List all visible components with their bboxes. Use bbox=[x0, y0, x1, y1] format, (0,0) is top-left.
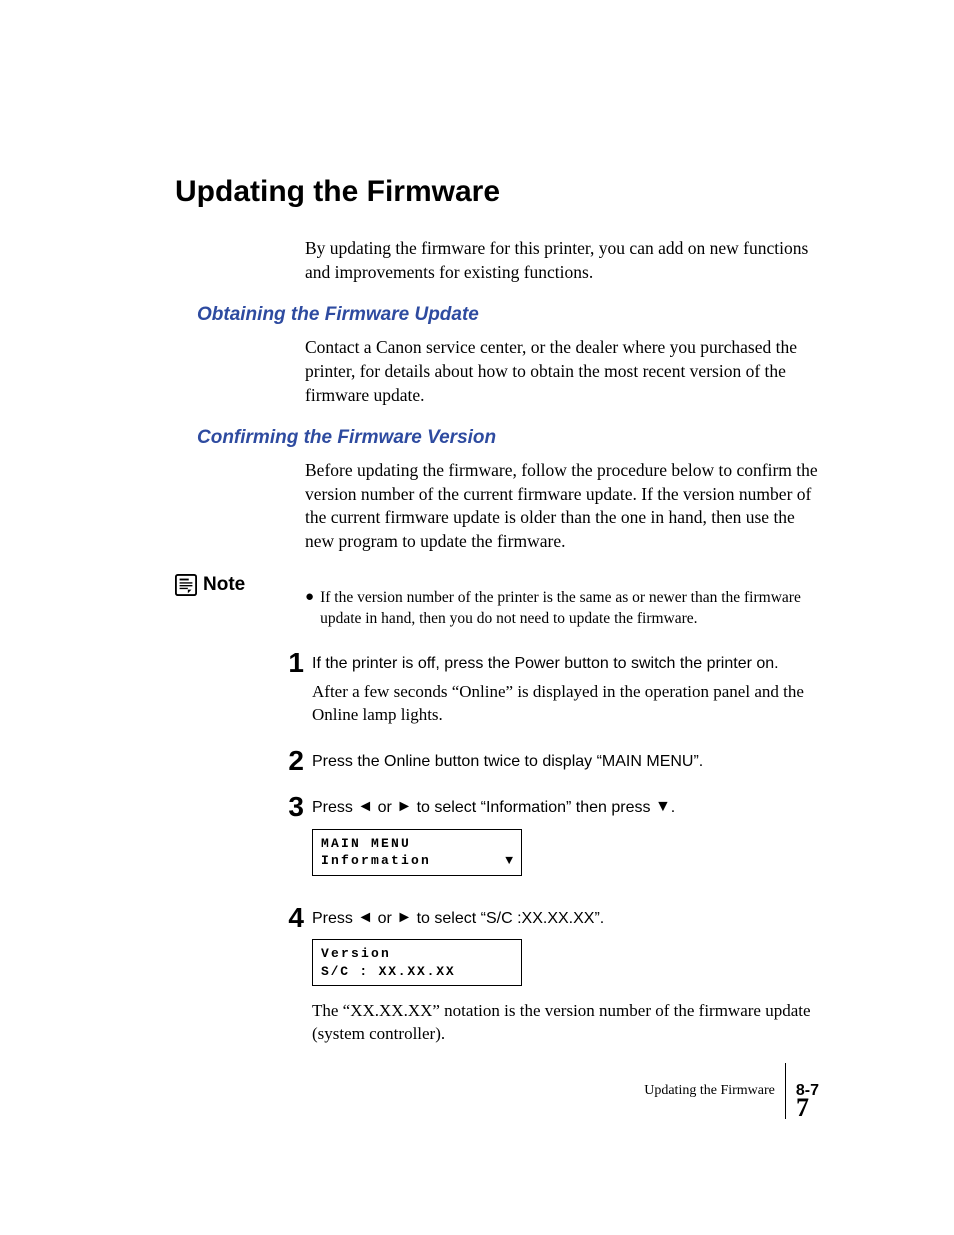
step-4: 4 Press ◄ or ► to select “S/C :XX.XX.XX”… bbox=[270, 908, 819, 1053]
step-1-follow: After a few seconds “Online” is displaye… bbox=[312, 681, 819, 727]
step-number: 1 bbox=[270, 649, 304, 677]
down-arrow-icon: ▼ bbox=[655, 796, 671, 818]
left-arrow-icon: ◄ bbox=[357, 907, 373, 929]
left-arrow-icon: ◄ bbox=[357, 796, 373, 818]
footer-section-title: Updating the Firmware bbox=[644, 1083, 775, 1099]
lcd-display-main-menu: MAIN MENU Information ▼ bbox=[312, 829, 522, 876]
note-body: ● If the version number of the printer i… bbox=[305, 574, 819, 630]
step-2-lead: Press the Online button twice to display… bbox=[312, 751, 819, 773]
step-2: 2 Press the Online button twice to displ… bbox=[270, 751, 819, 779]
step-number: 4 bbox=[270, 904, 304, 932]
document-page: Updating the Firmware By updating the fi… bbox=[0, 0, 954, 1235]
lcd-line-1: MAIN MENU bbox=[321, 835, 513, 853]
step-number: 2 bbox=[270, 747, 304, 775]
note-icon bbox=[175, 574, 197, 596]
lcd-display-version: Version S/C : XX.XX.XX bbox=[312, 939, 522, 986]
page-footer: Updating the Firmware 8-7 7 bbox=[619, 1063, 819, 1183]
step-4-follow: The “XX.XX.XX” notation is the version n… bbox=[312, 1000, 819, 1046]
section-heading-confirming: Confirming the Firmware Version bbox=[197, 427, 819, 449]
step-number: 3 bbox=[270, 793, 304, 821]
right-arrow-icon: ► bbox=[396, 907, 412, 929]
footer-separator bbox=[785, 1063, 786, 1119]
right-arrow-icon: ► bbox=[396, 796, 412, 818]
lcd-line-1: Version bbox=[321, 945, 513, 963]
step-3: 3 Press ◄ or ► to select “Information” t… bbox=[270, 797, 819, 890]
section-body-confirming: Before updating the firmware, follow the… bbox=[305, 459, 819, 554]
page-heading: Updating the Firmware bbox=[175, 175, 819, 209]
lcd-line-2: S/C : XX.XX.XX bbox=[321, 963, 513, 981]
section-body-obtaining: Contact a Canon service center, or the d… bbox=[305, 336, 819, 407]
note-label: Note bbox=[175, 574, 305, 596]
step-4-lead: Press ◄ or ► to select “S/C :XX.XX.XX”. bbox=[312, 908, 819, 930]
section-heading-obtaining: Obtaining the Firmware Update bbox=[197, 304, 819, 326]
intro-paragraph: By updating the firmware for this printe… bbox=[305, 237, 819, 284]
footer-page-number: 7 bbox=[796, 1093, 809, 1123]
step-3-lead: Press ◄ or ► to select “Information” the… bbox=[312, 797, 819, 819]
step-1-lead: If the printer is off, press the Power b… bbox=[312, 653, 819, 675]
step-1: 1 If the printer is off, press the Power… bbox=[270, 653, 819, 732]
lcd-line-2: Information bbox=[321, 852, 513, 870]
note-text: If the version number of the printer is … bbox=[320, 588, 819, 630]
lcd-down-arrow-icon: ▼ bbox=[505, 852, 513, 870]
bullet-icon: ● bbox=[305, 588, 314, 630]
note-label-text: Note bbox=[203, 574, 245, 596]
note-block: Note ● If the version number of the prin… bbox=[175, 574, 819, 630]
